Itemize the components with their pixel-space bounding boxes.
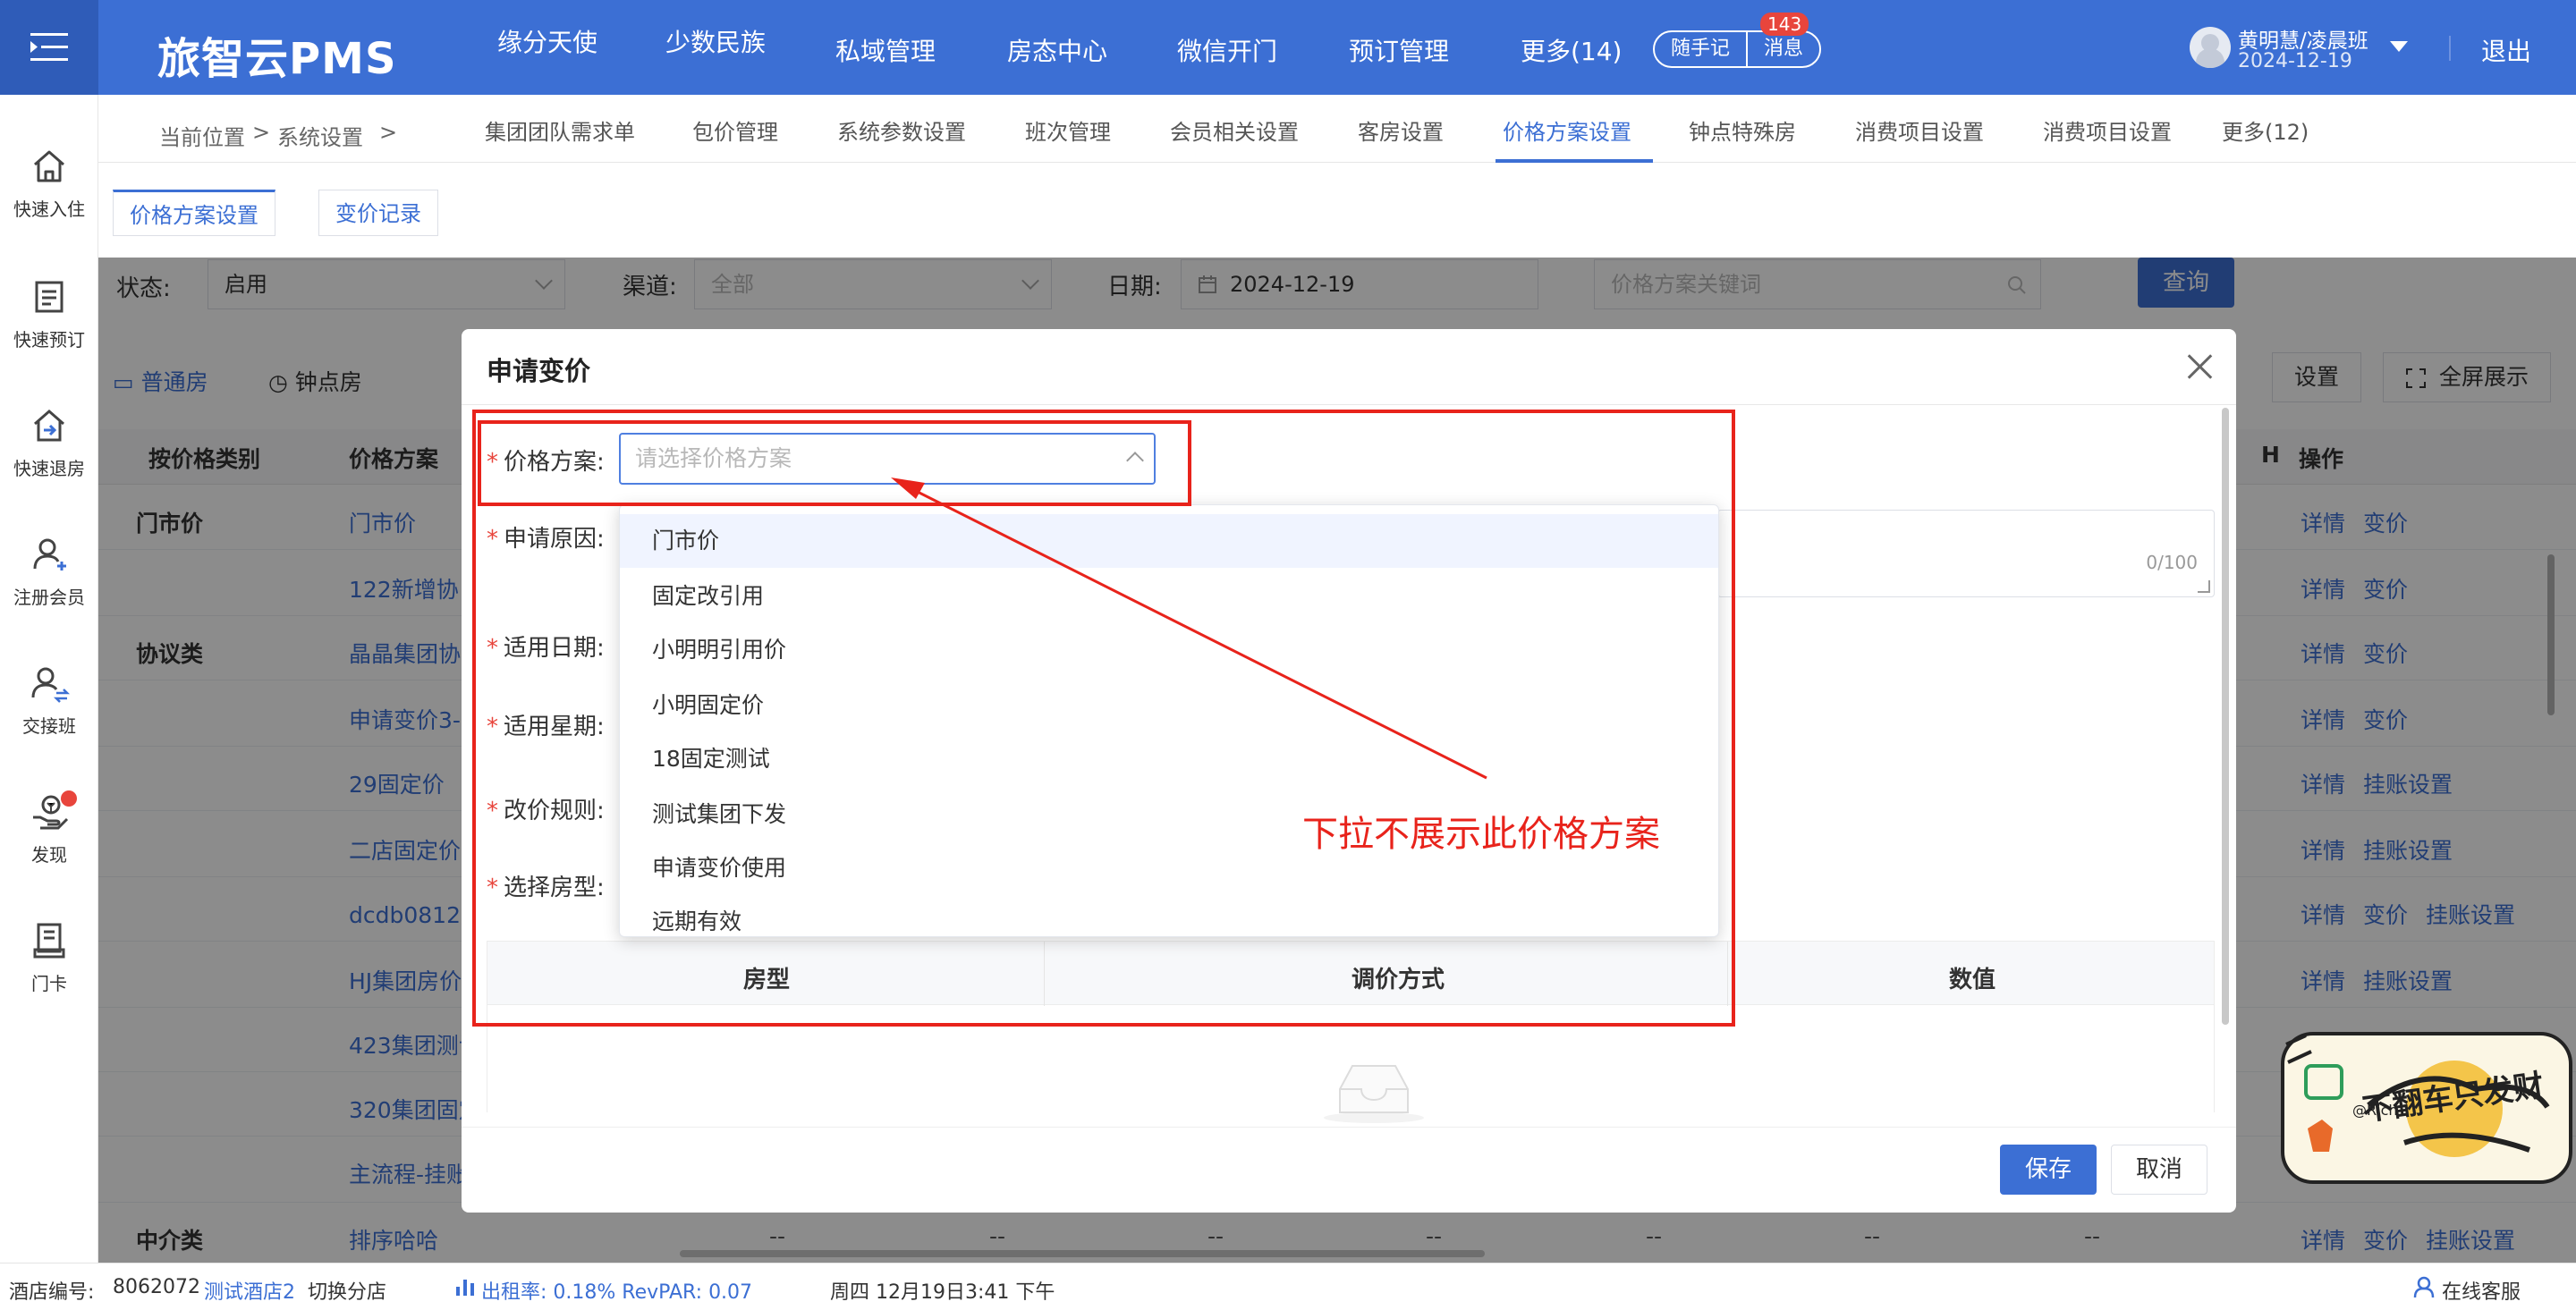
dialog-scrollbar[interactable]: [2222, 408, 2229, 1025]
menu-icon: [30, 33, 68, 61]
topnav-item[interactable]: 少数民族: [665, 23, 766, 59]
quick-actions: 随手记 消息: [1653, 30, 1822, 68]
brand-logo: 旅智云PMS: [157, 34, 397, 84]
sidebar-item-label: 交接班: [22, 715, 76, 737]
quick-note-button[interactable]: 随手记: [1655, 32, 1746, 66]
subnav-item[interactable]: 客房设置: [1358, 114, 1444, 146]
tab-price-change-log[interactable]: 变价记录: [318, 190, 438, 236]
messages-button[interactable]: 消息: [1746, 32, 1819, 66]
user-name[interactable]: 黄明慧/凌晨班: [2238, 23, 2368, 54]
empty-inbox-icon: [1324, 1065, 1424, 1123]
user-date: 2024-12-19: [2238, 50, 2352, 72]
dialog-title: 申请变价: [487, 356, 591, 386]
hotel-number-label: 酒店编号:: [9, 1281, 95, 1304]
shift-icon: [31, 667, 71, 703]
avatar[interactable]: [2190, 27, 2231, 68]
secondary-nav: 当前位置 > 系统设置 > 集团团队需求单 包价管理 系统参数设置 班次管理 会…: [98, 95, 2576, 163]
sidebar-item-quick-checkin[interactable]: 快速入住: [0, 145, 98, 221]
topnav-item[interactable]: 缘分天使: [497, 23, 597, 59]
subnav-item-active[interactable]: 价格方案设置: [1503, 114, 1631, 146]
reason-char-count: 0/100: [2146, 552, 2198, 573]
annotation-select-box: [478, 420, 1191, 506]
checkout-icon: [34, 410, 64, 442]
card-icon: [33, 923, 65, 959]
sticker-handle: @Rich: [2352, 1102, 2398, 1119]
save-button[interactable]: 保存: [2000, 1145, 2097, 1195]
hotel-number: 8062072: [113, 1276, 200, 1298]
topnav-item[interactable]: 私域管理: [835, 32, 936, 68]
subnav-item[interactable]: 系统参数设置: [837, 114, 966, 146]
sidebar-item-label: 快速预订: [13, 329, 85, 351]
breadcrumb-separator: >: [252, 120, 271, 145]
chevron-down-icon[interactable]: [2390, 41, 2408, 52]
close-icon[interactable]: [2182, 349, 2218, 385]
sidebar-item-label: 快速入住: [13, 199, 85, 220]
sidebar-item-quick-checkout[interactable]: 快速退房: [0, 404, 98, 480]
divider: [2449, 36, 2451, 61]
divider: [462, 1127, 2236, 1128]
add-member-icon: [33, 538, 66, 570]
subnav-more[interactable]: 更多(12): [2222, 114, 2309, 146]
top-bar: 旅智云PMS 缘分天使 少数民族 私域管理 房态中心 微信开门 预订管理 更多(…: [0, 0, 2576, 95]
online-support-link[interactable]: 在线客服: [2442, 1276, 2521, 1305]
sidebar-item-label: 门卡: [31, 973, 67, 994]
status-bar: 酒店编号: 8062072 测试酒店2 切换分店 出租率: 0.18% RevP…: [0, 1263, 2576, 1310]
sidebar-item-label: 发现: [31, 844, 67, 866]
hotel-name-link[interactable]: 测试酒店2: [204, 1276, 295, 1305]
bar-chart-icon: [456, 1280, 474, 1296]
subnav-item[interactable]: 消费项目设置: [2043, 114, 2172, 146]
current-datetime: 周四 12月19日3:41 下午: [830, 1281, 1055, 1304]
menu-toggle-button[interactable]: [0, 0, 98, 95]
switch-branch-button[interactable]: 切换分店: [308, 1276, 386, 1305]
tab-price-plan-settings[interactable]: 价格方案设置: [113, 190, 275, 236]
subnav-item[interactable]: 会员相关设置: [1170, 114, 1299, 146]
resize-handle-icon[interactable]: [2198, 580, 2210, 593]
notification-dot: [61, 790, 77, 807]
subnav-item[interactable]: 包价管理: [692, 114, 778, 146]
subnav-item[interactable]: 消费项目设置: [1855, 114, 1984, 146]
occupancy-stats: 出租率: 0.18% RevPAR: 0.07: [481, 1281, 753, 1304]
sidebar-item-door-card[interactable]: 门卡: [0, 919, 98, 995]
sidebar-item-label: 注册会员: [13, 587, 85, 608]
message-count-badge: 143: [1760, 13, 1809, 36]
divider: [462, 404, 2236, 405]
home-icon: [34, 150, 64, 182]
subnav-item[interactable]: 集团团队需求单: [485, 114, 635, 146]
sidebar-item-label: 快速退房: [13, 458, 85, 479]
page-tabs: 价格方案设置 变价记录: [98, 163, 2576, 258]
sidebar-item-quick-booking[interactable]: 快速预订: [0, 275, 98, 351]
cancel-button[interactable]: 取消: [2111, 1145, 2207, 1195]
subnav-item[interactable]: 班次管理: [1025, 114, 1111, 146]
sidebar-item-register-member[interactable]: 注册会员: [0, 533, 98, 609]
breadcrumb-separator: >: [379, 120, 398, 145]
sidebar: 快速入住 快速预订 快速退房 注册会员 交接班 发现 门卡: [0, 95, 98, 1263]
sidebar-item-shift-handover[interactable]: 交接班: [0, 662, 98, 738]
column-header-value: 数值: [1949, 967, 1996, 993]
breadcrumb-current: 当前位置: [159, 125, 245, 150]
topnav-item[interactable]: 微信开门: [1177, 32, 1277, 68]
logout-button[interactable]: 退出: [2481, 32, 2531, 68]
booking-icon: [35, 281, 64, 313]
topnav-item[interactable]: 预订管理: [1349, 32, 1449, 68]
reason-textarea[interactable]: 0/100: [1717, 510, 2215, 597]
sidebar-item-discover[interactable]: 发现: [0, 790, 98, 866]
customer-service-icon: [2413, 1276, 2435, 1298]
topnav-item[interactable]: 房态中心: [1007, 32, 1107, 68]
topnav-more[interactable]: 更多(14): [1521, 32, 1622, 68]
annotation-text: 下拉不展示此价格方案: [1302, 814, 1660, 855]
breadcrumb-section[interactable]: 系统设置: [277, 120, 363, 151]
subnav-item[interactable]: 钟点特殊房: [1689, 114, 1796, 146]
